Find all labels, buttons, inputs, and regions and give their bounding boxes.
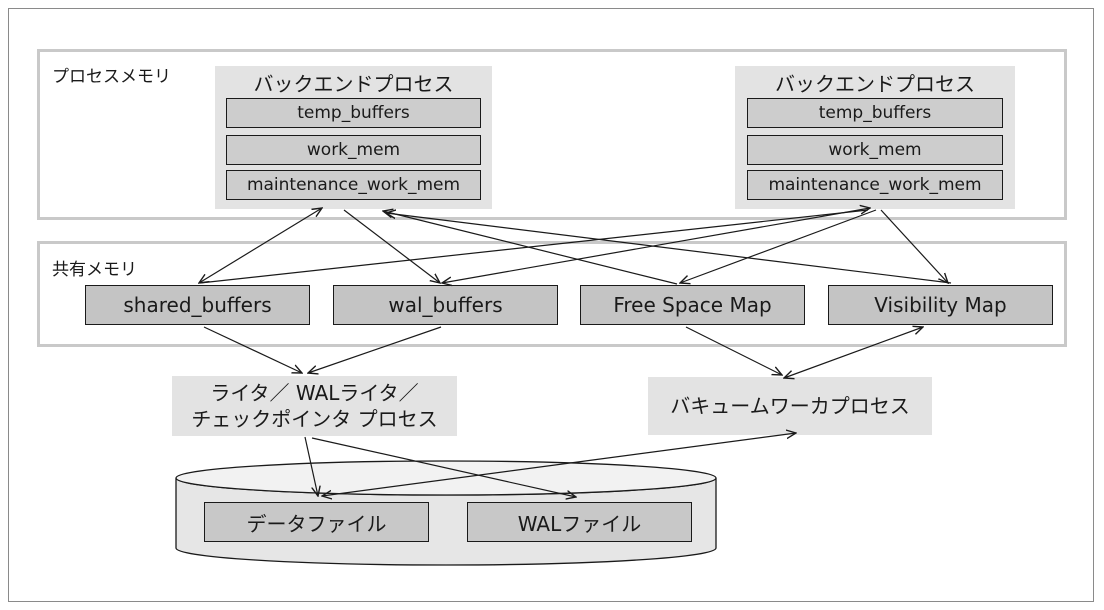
arrow-vacuum-vm — [784, 327, 923, 378]
arrow-backend2-wal-buffers — [442, 208, 870, 283]
arrow-fsm-vacuum — [685, 326, 782, 375]
connection-arrows — [0, 0, 952, 610]
arrow-writer-data-file — [304, 436, 318, 496]
arrow-vacuum-data-file — [322, 433, 796, 496]
arrow-backend2-vm — [880, 209, 948, 283]
arrow-shared-buffers-writer — [203, 326, 302, 373]
arrow-vm-backend1 — [386, 213, 952, 284]
arrow-wal-buffers-writer — [308, 326, 442, 373]
arrow-backend2-fsm — [680, 209, 877, 283]
arrow-backend1-wal-buffers — [343, 209, 440, 283]
